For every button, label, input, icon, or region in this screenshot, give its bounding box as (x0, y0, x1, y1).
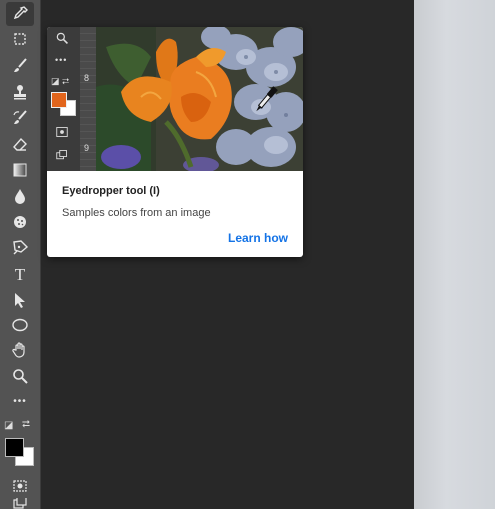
drop-icon (15, 189, 25, 204)
pen-icon (13, 240, 29, 255)
swap-colors-icon[interactable]: ⮂ (22, 419, 30, 430)
preview-ruler: 8 9 (80, 27, 97, 171)
zoom-tool[interactable] (6, 364, 34, 388)
history-brush-icon (13, 110, 27, 124)
foreground-color-swatch[interactable] (5, 438, 24, 457)
preview-photo (96, 27, 303, 171)
ruler-mark: 8 (84, 73, 90, 83)
eyedropper-tool[interactable] (6, 2, 34, 26)
type-tool[interactable]: T (6, 262, 34, 286)
artboard-icon (14, 33, 26, 45)
hand-tool[interactable] (6, 338, 34, 362)
pen-tool[interactable] (6, 236, 34, 260)
preview-toolbar: ••• ◪ ⮂ (47, 27, 80, 171)
preview-mask-icon (55, 126, 69, 141)
preview-swap-icon: ◪ ⮂ (51, 76, 70, 86)
path-selection-tool[interactable] (6, 288, 34, 312)
preview-zoom-icon (55, 31, 69, 48)
blur-tool[interactable] (6, 184, 34, 208)
artboard-tool[interactable] (6, 27, 34, 51)
more-tools[interactable]: ••• (6, 390, 34, 414)
tooltip-title: Eyedropper tool (I) (62, 185, 160, 197)
type-icon: T (14, 264, 26, 284)
brush-tool[interactable] (6, 54, 34, 78)
preview-screen-mode-icon (55, 149, 69, 164)
stamp-icon (14, 85, 26, 100)
quick-mask-icon (13, 480, 27, 492)
preview-more-icon: ••• (55, 55, 68, 65)
screen-mode-icon (13, 498, 27, 509)
sponge-tool[interactable] (6, 210, 34, 234)
history-brush-tool[interactable] (6, 106, 34, 130)
default-colors-icon[interactable]: ◪ (4, 420, 13, 431)
preview-foreground-swatch (51, 92, 67, 108)
gradient-tool[interactable] (6, 158, 34, 182)
quick-mask-button[interactable] (6, 474, 34, 498)
screen-mode-button[interactable] (6, 498, 34, 509)
document-canvas[interactable] (414, 0, 495, 509)
ruler-mark: 9 (84, 143, 90, 153)
ellipse-icon (12, 318, 28, 332)
sponge-icon (14, 216, 26, 228)
hand-icon (12, 342, 25, 358)
tooltip-preview: ••• ◪ ⮂ 8 9 (47, 27, 303, 171)
clone-stamp-tool[interactable] (6, 80, 34, 104)
arrow-icon (15, 293, 25, 308)
tools-panel: T ••• ◪ ⮂ (0, 0, 41, 509)
brush-icon (14, 58, 27, 72)
tooltip-description: Samples colors from an image (62, 207, 211, 219)
eraser-tool[interactable] (6, 132, 34, 156)
eraser-icon (13, 137, 27, 151)
learn-how-link[interactable]: Learn how (228, 231, 288, 245)
tool-tooltip: ••• ◪ ⮂ 8 9 Eyedropper tool (I) Samples … (47, 27, 303, 257)
gradient-icon (13, 163, 27, 177)
eyedropper-icon (13, 6, 28, 20)
ellipse-tool[interactable] (6, 313, 34, 337)
more-icon: ••• (13, 396, 27, 407)
zoom-icon (13, 369, 28, 384)
